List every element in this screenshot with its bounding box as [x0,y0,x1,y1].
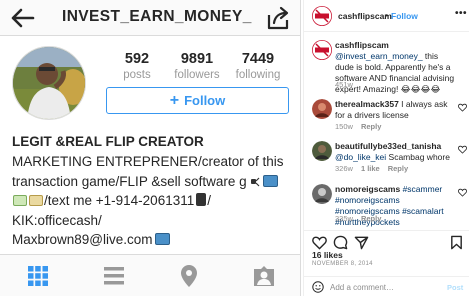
bio-text: MARKETING ENTREPRENER/creator of this tr… [12,152,297,250]
bio-line-2-text: transaction game/FLIP &sell software g [12,173,247,189]
comment-text: therealmack357 I always ask for a driver… [335,99,457,121]
tagged-person-icon [253,266,274,286]
comment-item: cashflipscam @invest_earn_money_ this du… [304,40,469,94]
like-heart-icon[interactable] [312,235,327,250]
add-comment-bar: Post [304,276,469,296]
post-actions-bar [304,230,469,250]
posts-count: 592 [124,51,150,67]
followers-stat[interactable]: 9891 followers [167,51,227,82]
slash-glyph: / [207,193,211,208]
computer-emoji-icon-2 [154,233,170,245]
more-options-icon[interactable]: ••• [455,8,467,19]
computer-emoji-icon [262,174,278,187]
commenter-avatar[interactable] [312,141,332,161]
comment-item: nomoreigscams #scammer #nomoreigscams #n… [304,184,469,228]
emoji-smiley-icon[interactable] [312,281,324,293]
follow-button[interactable]: + Follow [106,87,289,114]
bio-line-1: MARKETING ENTREPRENER/creator of this [12,154,284,169]
bio-name: LEGIT &REAL FLIP CREATOR [12,134,204,149]
comment-like-heart-icon[interactable] [458,103,467,112]
back-arrow-icon[interactable] [9,7,35,29]
post-panel: cashflipscam • Follow ••• cashflipscam @… [303,0,469,296]
bio-line-4: KIK:officecash/ [12,212,102,228]
profile-top-bar: INVEST_EARN_MONEY_ [0,0,300,36]
share-paper-plane-icon[interactable] [354,235,369,250]
comment-body: Scambag whore [386,152,450,162]
comment-username[interactable]: cashflipscam [335,40,389,50]
comment-mention[interactable]: @invest_earn_money_ [335,51,423,61]
bio-line-5: Maxbrown89@live.com [12,230,297,250]
comment-time: 326w [335,164,353,173]
add-comment-input[interactable] [330,280,440,294]
post-author-username[interactable]: cashflipscam [338,11,392,21]
followers-label: followers [174,69,220,81]
reply-button[interactable]: Reply [388,164,408,173]
grid-icon [27,266,48,286]
post-likes-count[interactable]: 16 likes [312,250,343,260]
commenter-avatar[interactable] [312,184,332,204]
bio-line-3-text: /text me +1-914-2061311 [44,193,195,208]
comment-time: 451w [335,80,353,89]
profile-panel: INVEST_EARN_MONEY_ 592 posts 9891 follow… [0,0,301,296]
posts-label: posts [123,69,151,81]
location-pin-icon [180,265,197,287]
comment-likes[interactable]: 1 like [361,164,380,173]
comment-username[interactable]: therealmack357 [335,99,399,109]
following-label: following [235,69,281,81]
money-emoji-icon-2 [29,195,43,206]
comment-item: beautifullybe33ed_tanisha @do_like_kei Sc… [304,141,469,175]
post-date: NOVEMBER 8, 2014 [312,261,373,267]
comment-username[interactable]: beautifullybe33ed_tanisha [335,141,441,151]
header-separator: • [385,10,388,20]
plus-icon: + [169,91,180,109]
money-emoji-icon [13,195,27,206]
commenter-avatar[interactable] [312,99,332,119]
reply-button[interactable]: Reply [361,214,381,223]
tab-location[interactable] [151,255,226,296]
bookmark-icon[interactable] [449,235,464,250]
follow-button-label: Follow [184,93,226,108]
comment-text: cashflipscam @invest_earn_money_ this du… [335,40,457,95]
list-icon [103,267,124,285]
post-follow-button[interactable]: Follow [391,11,418,21]
profile-tab-bar [0,254,300,296]
bio-email[interactable]: Maxbrown89@live.com [12,232,153,247]
comment-meta: 326w 1 like Reply [335,164,408,173]
comment-meta: 150w Reply [335,122,381,131]
comment-bubble-icon[interactable] [333,235,348,250]
bio-line-2: transaction game/FLIP &sell software g [12,172,297,192]
scam-logo-avatar-icon[interactable] [312,40,332,60]
scam-logo-avatar-icon[interactable] [312,6,332,26]
profile-username-title: INVEST_EARN_MONEY_ [62,8,252,25]
posts-stat: 592 posts [107,51,167,82]
tab-tagged[interactable] [226,255,300,296]
comment-like-heart-icon[interactable] [458,188,467,197]
comment-text: beautifullybe33ed_tanisha @do_like_kei Sc… [335,141,457,163]
tab-grid[interactable] [0,255,75,296]
post-header: cashflipscam • Follow ••• [304,0,469,32]
phone-emoji-icon [196,193,207,206]
comment-mention[interactable]: @do_like_kei [335,152,386,162]
following-stat[interactable]: 7449 following [228,51,288,82]
profile-avatar[interactable] [12,46,86,120]
followers-count: 9891 [180,51,214,67]
tab-list[interactable] [76,255,151,296]
post-comment-button[interactable]: Post [447,283,463,292]
reply-button[interactable]: Reply [361,122,381,131]
comment-like-heart-icon[interactable] [458,145,467,154]
comment-item: therealmack357 I always ask for a driver… [304,99,469,133]
share-icon[interactable] [266,6,292,30]
comment-meta: 451w [335,80,353,89]
bio-line-3: /text me +1-914-2061311 / [12,191,297,211]
comment-username[interactable]: nomoreigscams [335,184,400,194]
comment-meta: 335w Reply [335,214,381,223]
plug-emoji-icon [249,173,260,186]
following-count: 7449 [241,51,275,67]
comment-time: 150w [335,122,353,131]
comment-time: 335w [335,214,353,223]
